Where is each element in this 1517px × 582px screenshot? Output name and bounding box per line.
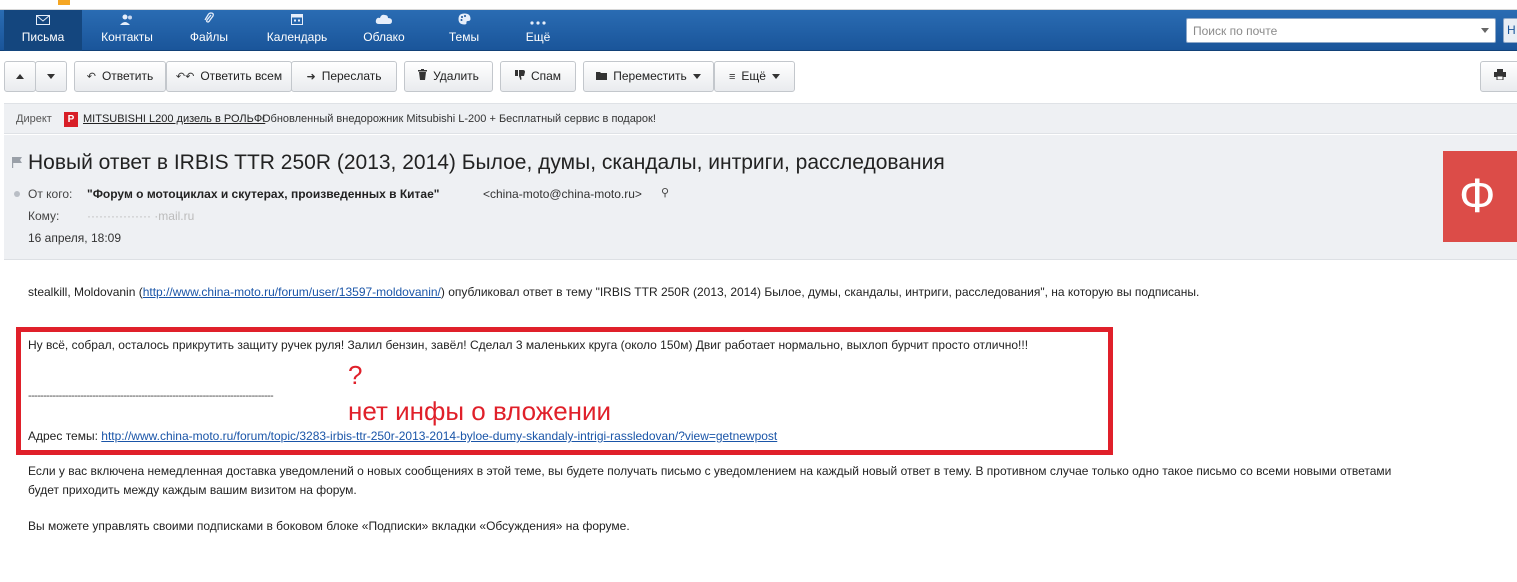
nav-item-label: Письма bbox=[21, 30, 65, 44]
paperclip-icon bbox=[172, 10, 246, 30]
thumbs-down-icon bbox=[514, 63, 525, 92]
message-body: stealkill, Moldovanin (http://www.china-… bbox=[0, 261, 1517, 582]
forward-arrow-icon: ➜ bbox=[306, 71, 316, 83]
topic-link[interactable]: http://www.china-moto.ru/forum/topic/328… bbox=[101, 429, 777, 443]
main-nav-bar: Письма Контакты Файлы Календарь Облако Т… bbox=[0, 10, 1517, 51]
nav-item-contacts[interactable]: Контакты bbox=[88, 10, 166, 51]
delete-label: Удалить bbox=[433, 69, 479, 83]
topic-label: Адрес темы: bbox=[28, 429, 98, 443]
message-date: 16 апреля, 18:09 bbox=[28, 231, 121, 245]
flag-icon[interactable] bbox=[12, 155, 22, 168]
intro-paragraph: stealkill, Moldovanin (http://www.china-… bbox=[28, 285, 1199, 299]
sender-name[interactable]: "Форум о мотоциклах и скутерах, произвед… bbox=[87, 187, 439, 201]
nav-item-cloud[interactable]: Облако bbox=[350, 10, 418, 51]
reply-all-arrow-icon: ↶↶ bbox=[175, 71, 195, 83]
ad-link[interactable]: MITSUBISHI L200 дизель в РОЛЬФ! bbox=[83, 104, 265, 135]
chevron-down-icon bbox=[692, 74, 701, 80]
more-actions-button[interactable]: ≡ Ещё bbox=[714, 61, 795, 92]
nav-item-label: Ещё bbox=[525, 30, 551, 44]
ad-banner: Директ P MITSUBISHI L200 дизель в РОЛЬФ!… bbox=[4, 103, 1517, 134]
search-input[interactable] bbox=[1187, 19, 1467, 42]
menu-lines-icon: ≡ bbox=[729, 71, 736, 83]
nav-item-label: Контакты bbox=[101, 30, 153, 44]
arrow-up-icon bbox=[16, 74, 24, 80]
reply-all-label: Ответить всем bbox=[200, 69, 283, 83]
calendar-icon bbox=[258, 10, 336, 30]
sender-address[interactable]: <china-moto@china-moto.ru> bbox=[483, 187, 642, 201]
nav-item-themes[interactable]: Темы bbox=[432, 10, 496, 51]
envelope-icon bbox=[4, 10, 82, 30]
post-text: Ну всё, собрал, осталось прикрутить защи… bbox=[28, 338, 1029, 352]
forward-label: Переслать bbox=[321, 69, 382, 83]
move-button[interactable]: Переместить bbox=[583, 61, 714, 92]
delete-button[interactable]: Удалить bbox=[404, 61, 493, 92]
manage-subscriptions-text: Вы можете управлять своими подписками в … bbox=[28, 519, 630, 533]
ad-direct-label: Директ bbox=[16, 113, 52, 125]
folder-icon bbox=[596, 63, 608, 92]
next-message-button[interactable] bbox=[35, 61, 67, 92]
nav-item-label: Темы bbox=[448, 30, 480, 44]
nav-item-files[interactable]: Файлы bbox=[172, 10, 246, 51]
annotation-question-mark: ? bbox=[348, 360, 363, 390]
message-subject: Новый ответ в IRBIS TTR 250R (2013, 2014… bbox=[28, 151, 945, 174]
intro-suffix: ) опубликовал ответ в тему "IRBIS TTR 25… bbox=[440, 285, 1200, 299]
cloud-icon bbox=[350, 10, 418, 30]
reply-label: Ответить bbox=[101, 69, 154, 83]
nav-item-label: Календарь bbox=[266, 30, 328, 44]
arrow-down-icon bbox=[47, 74, 55, 80]
notice-line-1: Если у вас включена немедленная доставка… bbox=[28, 464, 1392, 478]
spam-label: Спам bbox=[530, 69, 562, 83]
nav-item-label: Облако bbox=[363, 30, 405, 44]
rolf-logo-icon: P bbox=[64, 112, 78, 127]
nav-item-more[interactable]: Ещё bbox=[510, 10, 566, 51]
magnifier-icon[interactable]: ⚲ bbox=[661, 186, 669, 199]
palette-icon bbox=[432, 10, 496, 30]
ad-text[interactable]: Обновленный внедорожник Mitsubishi L-200… bbox=[262, 104, 656, 135]
intro-prefix: stealkill, Moldovanin ( bbox=[28, 285, 143, 299]
reply-arrow-icon: ↶ bbox=[86, 71, 96, 83]
message-toolbar: ↶ Ответить ↶↶ Ответить всем ➜ Переслать Уда… bbox=[0, 52, 1517, 100]
read-status-dot[interactable] bbox=[14, 191, 20, 197]
printer-icon bbox=[1494, 63, 1506, 92]
notice-line-2: будет приходить между каждым вашим визит… bbox=[28, 483, 357, 497]
message-header: Новый ответ в IRBIS TTR 250R (2013, 2014… bbox=[4, 135, 1517, 260]
more-dots-icon bbox=[510, 10, 566, 30]
topic-address-line: Адрес темы: http://www.china-moto.ru/for… bbox=[28, 429, 777, 443]
search-button[interactable]: Н bbox=[1503, 18, 1517, 43]
forward-button[interactable]: ➜ Переслать bbox=[291, 61, 397, 92]
spam-button[interactable]: Спам bbox=[500, 61, 576, 92]
trash-icon bbox=[418, 63, 428, 92]
move-label: Переместить bbox=[613, 69, 687, 83]
nav-item-letters[interactable]: Письма bbox=[4, 10, 82, 51]
reply-all-button[interactable]: ↶↶ Ответить всем bbox=[166, 61, 292, 92]
more-label: Ещё bbox=[741, 69, 766, 83]
nav-item-label: Файлы bbox=[189, 30, 229, 44]
from-label: От кого: bbox=[28, 187, 73, 201]
to-label: Кому: bbox=[28, 209, 60, 223]
reply-button[interactable]: ↶ Ответить bbox=[74, 61, 166, 92]
annotation-text: нет инфы о вложении bbox=[348, 396, 612, 426]
search-dropdown-icon[interactable] bbox=[1481, 28, 1489, 33]
top-strip bbox=[0, 0, 1517, 10]
prev-message-button[interactable] bbox=[4, 61, 36, 92]
sender-avatar: Ф bbox=[1443, 151, 1517, 242]
notification-marker bbox=[58, 0, 70, 5]
divider-line: ----------------------------------------… bbox=[28, 390, 274, 402]
recipient-address[interactable]: ················ ·mail.ru bbox=[87, 209, 194, 223]
contacts-icon bbox=[88, 10, 166, 30]
author-profile-link[interactable]: http://www.china-moto.ru/forum/user/1359… bbox=[143, 285, 441, 299]
print-button[interactable] bbox=[1480, 61, 1517, 92]
nav-item-calendar[interactable]: Календарь bbox=[258, 10, 336, 51]
chevron-down-icon bbox=[771, 74, 780, 80]
mail-search-box[interactable] bbox=[1186, 18, 1496, 43]
